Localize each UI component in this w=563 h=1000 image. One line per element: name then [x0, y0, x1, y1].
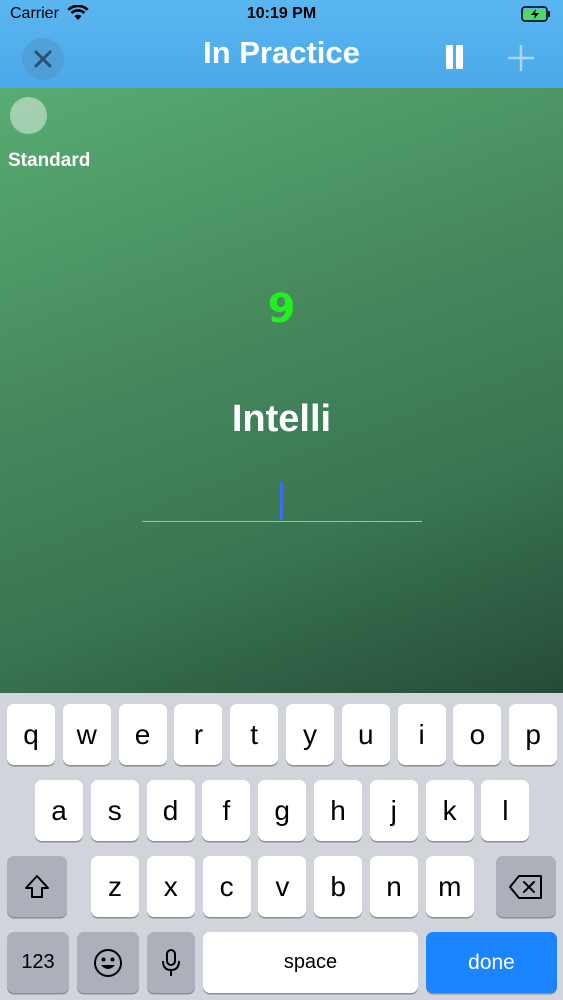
- key-p[interactable]: p: [509, 704, 558, 765]
- key-r[interactable]: r: [174, 704, 223, 765]
- key-s[interactable]: s: [90, 780, 139, 841]
- plus-icon[interactable]: [505, 42, 537, 74]
- key-u[interactable]: u: [341, 704, 390, 765]
- battery-icon: [521, 6, 550, 22]
- mode-indicator[interactable]: [10, 97, 47, 134]
- text-caret: [280, 482, 283, 520]
- clock: 10:19 PM: [246, 5, 317, 22]
- countdown-timer: 9: [267, 286, 296, 332]
- key-a[interactable]: a: [35, 780, 83, 841]
- key-t[interactable]: t: [230, 704, 279, 765]
- space-key[interactable]: space: [203, 932, 418, 993]
- key-l[interactable]: l: [481, 780, 530, 841]
- key-d[interactable]: d: [146, 780, 195, 841]
- pause-icon: [446, 45, 453, 69]
- answer-input[interactable]: [142, 474, 422, 522]
- pause-icon-bar: [456, 45, 463, 69]
- shift-key[interactable]: [7, 856, 67, 917]
- key-n[interactable]: n: [370, 856, 418, 917]
- key-k[interactable]: k: [425, 780, 474, 841]
- emoji-key[interactable]: [77, 932, 139, 993]
- key-x[interactable]: x: [146, 856, 195, 917]
- dictation-key[interactable]: [147, 932, 195, 993]
- nav-bar: In Practice: [0, 30, 563, 88]
- shift-icon: [25, 874, 49, 898]
- key-f[interactable]: f: [202, 780, 251, 841]
- done-key[interactable]: done: [426, 932, 557, 993]
- numbers-key[interactable]: 123: [7, 932, 69, 993]
- mode-label: Standard: [8, 150, 91, 171]
- key-o[interactable]: o: [453, 704, 502, 765]
- key-w[interactable]: w: [62, 704, 111, 765]
- key-b[interactable]: b: [314, 856, 363, 917]
- header: Carrier 10:19 PM In Practice: [0, 0, 563, 88]
- pause-button[interactable]: [440, 42, 468, 74]
- status-bar: Carrier 10:19 PM: [0, 0, 563, 30]
- key-j[interactable]: j: [369, 780, 418, 841]
- key-h[interactable]: h: [314, 780, 362, 841]
- backspace-key[interactable]: [496, 856, 556, 917]
- backspace-icon: [509, 874, 542, 899]
- key-g[interactable]: g: [258, 780, 307, 841]
- emoji-icon: [94, 948, 122, 977]
- key-e[interactable]: e: [118, 704, 167, 765]
- key-v[interactable]: v: [258, 856, 307, 917]
- key-y[interactable]: y: [286, 704, 334, 765]
- key-z[interactable]: z: [91, 856, 139, 917]
- key-c[interactable]: c: [202, 856, 251, 917]
- practice-area: Standard 9 Intelli: [0, 88, 563, 693]
- key-m[interactable]: m: [425, 856, 474, 917]
- prompt-word: Intelli: [231, 398, 332, 440]
- key-q[interactable]: q: [7, 704, 55, 765]
- key-i[interactable]: i: [397, 704, 446, 765]
- keyboard: qwertyuiop asdfghjkl zxcvbnm 123 space d…: [0, 693, 563, 1000]
- page-title: In Practice: [203, 35, 360, 70]
- microphone-icon: [162, 948, 180, 976]
